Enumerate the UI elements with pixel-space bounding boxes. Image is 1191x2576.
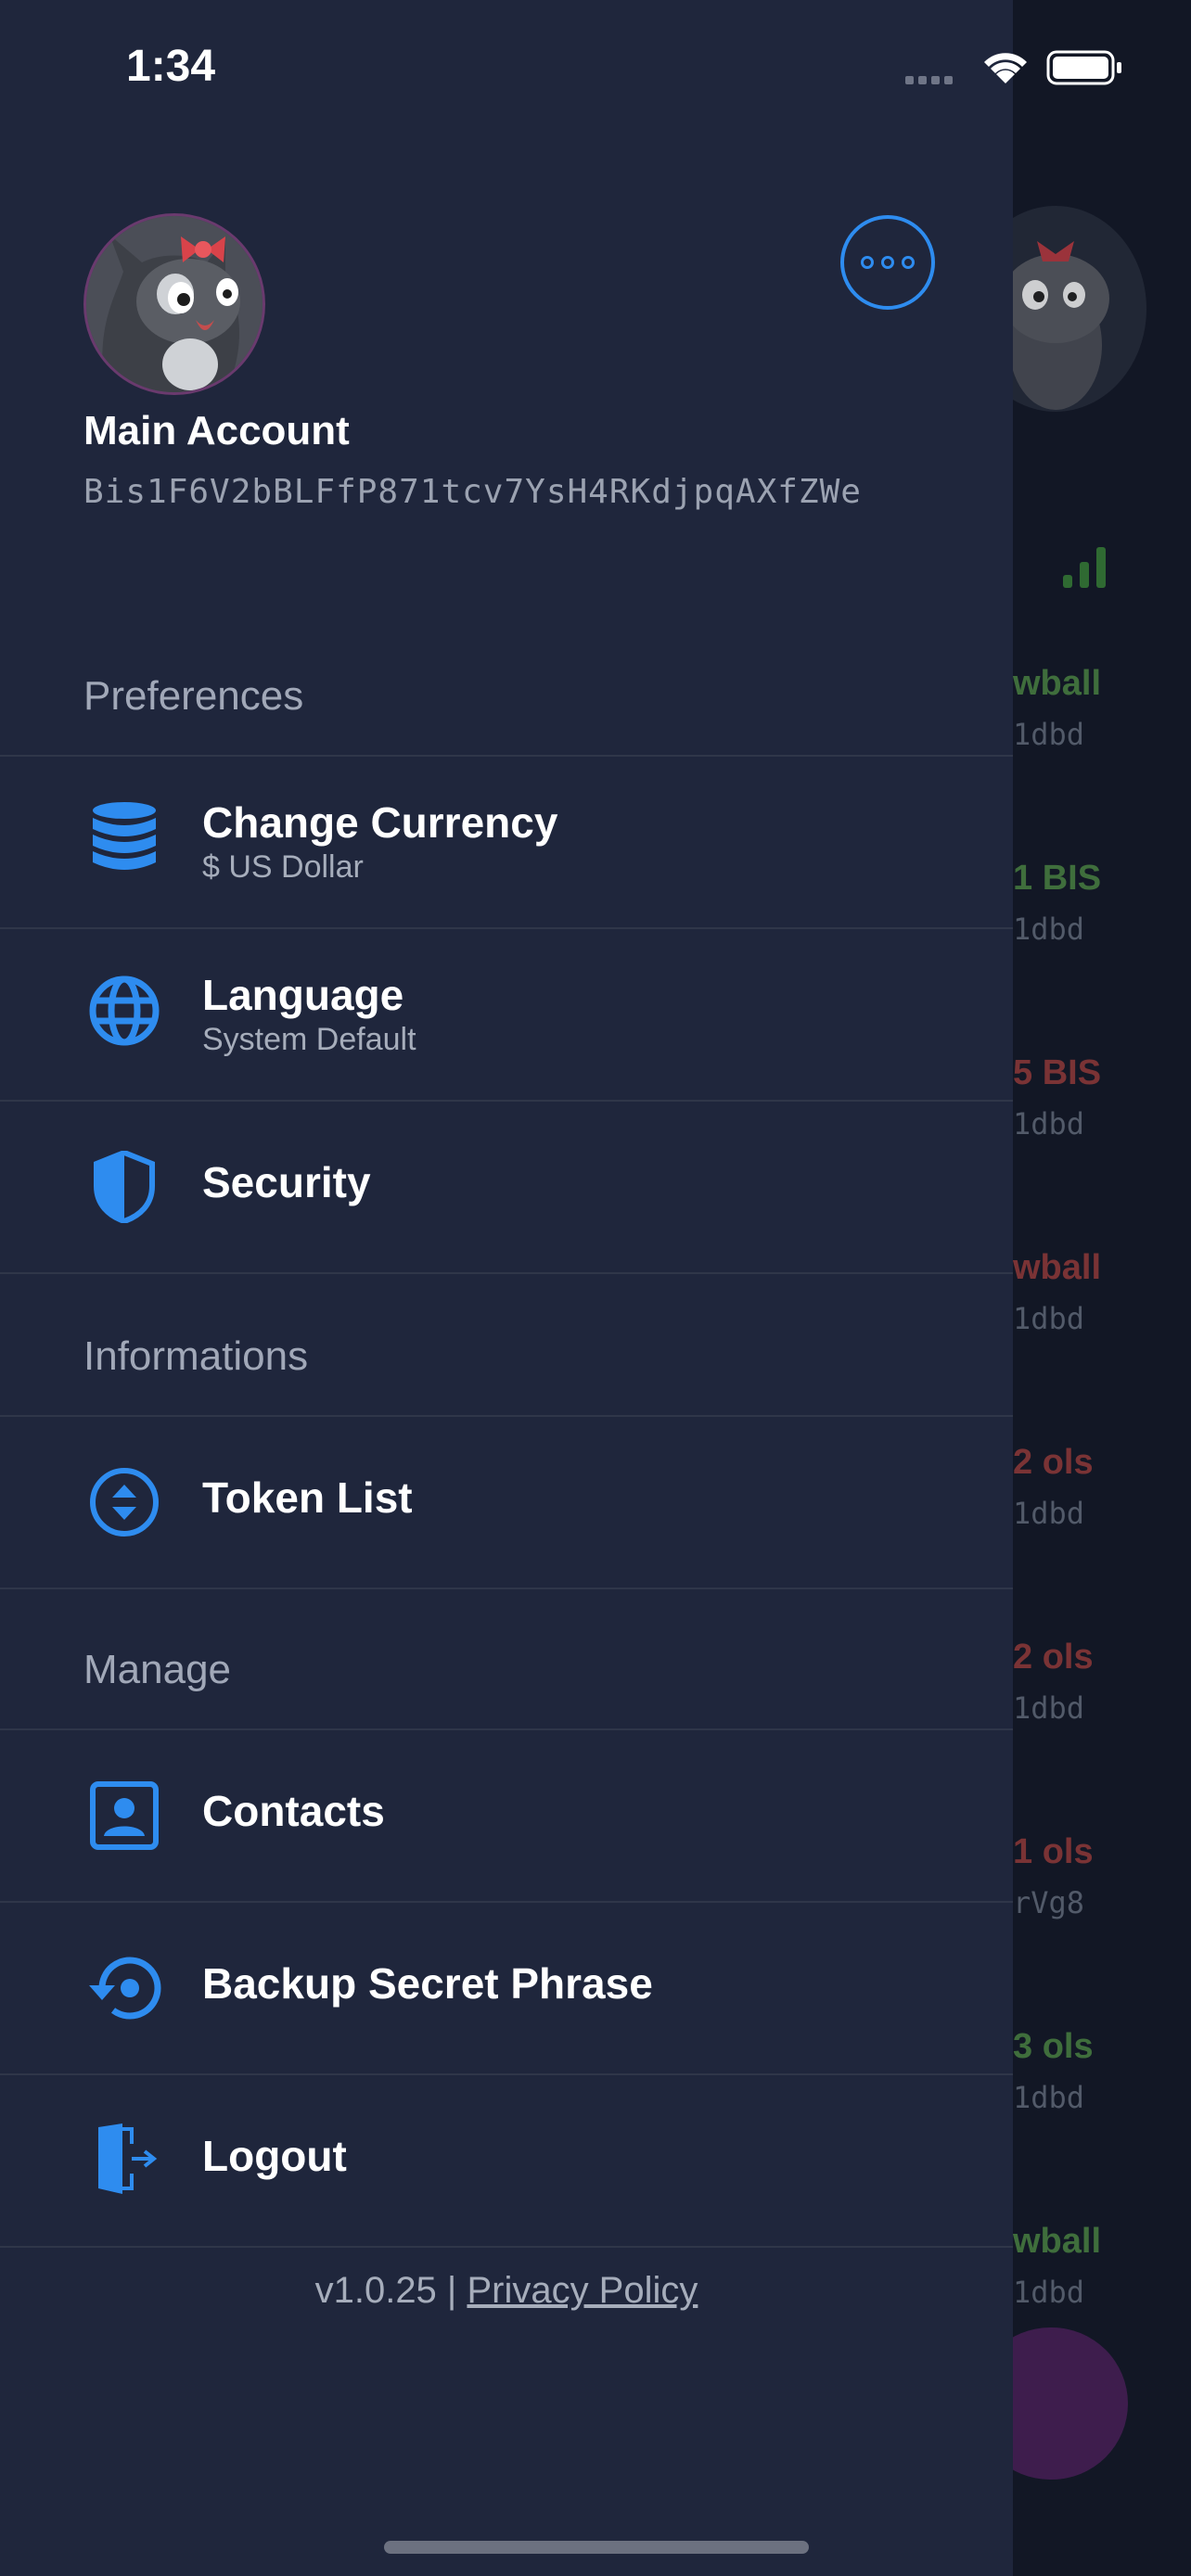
- list-item[interactable]: 5 BIS 1dbd: [1013, 1053, 1191, 1141]
- list-item[interactable]: 3 ols 1dbd: [1013, 2027, 1191, 2115]
- menu-item-label: Security: [202, 1158, 371, 1206]
- menu-item-language[interactable]: Language System Default: [0, 929, 1013, 1100]
- menu-item-security[interactable]: Security: [0, 1102, 1013, 1272]
- more-dots-icon: [861, 256, 874, 269]
- list-item-sub: 1dbd: [1013, 1301, 1085, 1336]
- divider: [0, 1588, 1013, 1589]
- status-icons: [905, 48, 1165, 96]
- list-item-sub: 1dbd: [1013, 1106, 1085, 1141]
- list-item-amount: 2 ols: [1013, 1443, 1094, 1482]
- section-title-manage: Manage: [83, 1647, 232, 1692]
- more-dots-icon: [881, 256, 894, 269]
- list-item-amount: 1 ols: [1013, 1832, 1094, 1871]
- menu-item-label: Logout: [202, 2132, 347, 2180]
- list-item-sub: 1dbd: [1013, 1496, 1085, 1531]
- list-item-sub: 1dbd: [1013, 2080, 1085, 2115]
- globe-icon: [83, 970, 165, 1052]
- contact-card-icon: [83, 1775, 165, 1856]
- privacy-policy-link[interactable]: Privacy Policy: [467, 2270, 698, 2311]
- shield-icon: [83, 1146, 165, 1228]
- battery-icon: [1046, 50, 1121, 85]
- divider: [0, 1272, 1013, 1274]
- list-item-amount: wball: [1013, 1248, 1102, 1287]
- side-drawer: 1:34 Main Account Bis1F6V2bBLFfP871tcv7Y…: [0, 0, 1121, 2576]
- list-item[interactable]: 1 BIS 1dbd: [1013, 859, 1191, 947]
- menu-item-change-currency[interactable]: Change Currency $ US Dollar: [0, 757, 1013, 927]
- divider: [0, 2246, 1013, 2248]
- menu-item-label: Token List: [202, 1473, 413, 1522]
- menu-item-label: Backup Secret Phrase: [202, 1959, 653, 2008]
- sort-arrows-icon: [83, 1461, 165, 1543]
- menu-item-sublabel: System Default: [202, 1022, 416, 1057]
- more-dots-icon: [902, 256, 915, 269]
- list-item[interactable]: wball 1dbd: [1013, 1248, 1191, 1336]
- more-options-button[interactable]: [840, 215, 935, 310]
- footer: v1.0.25 | Privacy Policy: [0, 2270, 1013, 2312]
- database-icon: [83, 797, 165, 879]
- account-name: Main Account: [83, 408, 350, 453]
- menu-item-backup-secret-phrase[interactable]: Backup Secret Phrase: [0, 1903, 1013, 2073]
- section-title-preferences: Preferences: [83, 673, 304, 719]
- account-address[interactable]: Bis1F6V2bBLFfP871tcv7YsH4RKdjpqAXfZWe: [83, 464, 937, 521]
- list-item-amount: 2 ols: [1013, 1638, 1094, 1677]
- version-text: v1.0.25 |: [314, 2270, 457, 2311]
- status-time: 1:34: [126, 42, 216, 91]
- list-item[interactable]: 2 ols 1dbd: [1013, 1638, 1191, 1726]
- menu-item-sublabel: $ US Dollar: [202, 849, 364, 885]
- list-item-amount: wball: [1013, 664, 1102, 703]
- list-item-amount: 1 BIS: [1013, 859, 1102, 898]
- restore-icon: [83, 1947, 165, 2029]
- list-item-amount: 3 ols: [1013, 2027, 1094, 2066]
- home-indicator[interactable]: [384, 2541, 809, 2554]
- list-item-sub: 1dbd: [1013, 912, 1085, 947]
- list-item-sub: 1dbd: [1013, 717, 1085, 752]
- avatar[interactable]: [83, 213, 265, 395]
- menu-item-logout[interactable]: Logout: [0, 2075, 1013, 2246]
- list-item[interactable]: wball 1dbd: [1013, 664, 1191, 752]
- menu-item-label: Contacts: [202, 1787, 385, 1835]
- list-item-sub: rVg8: [1013, 1885, 1085, 1920]
- list-item-amount: 5 BIS: [1013, 1053, 1102, 1092]
- cellular-signal-icon: [905, 76, 953, 84]
- door-exit-icon: [83, 2118, 165, 2200]
- list-item-amount: wball: [1013, 2222, 1102, 2261]
- wifi-icon: [984, 53, 1027, 83]
- list-item[interactable]: 2 ols 1dbd: [1013, 1443, 1191, 1531]
- menu-item-token-list[interactable]: Token List: [0, 1417, 1013, 1588]
- section-title-informations: Informations: [83, 1333, 309, 1379]
- signal-bars-icon: [1063, 547, 1106, 588]
- menu-item-label: Change Currency: [202, 798, 558, 847]
- menu-item-label: Language: [202, 971, 404, 1019]
- list-item[interactable]: wball 1dbd: [1013, 2222, 1191, 2310]
- list-item-sub: 1dbd: [1013, 1690, 1085, 1726]
- menu-item-contacts[interactable]: Contacts: [0, 1730, 1013, 1901]
- list-item[interactable]: 1 ols rVg8: [1013, 1832, 1191, 1920]
- list-item-sub: 1dbd: [1013, 2275, 1085, 2310]
